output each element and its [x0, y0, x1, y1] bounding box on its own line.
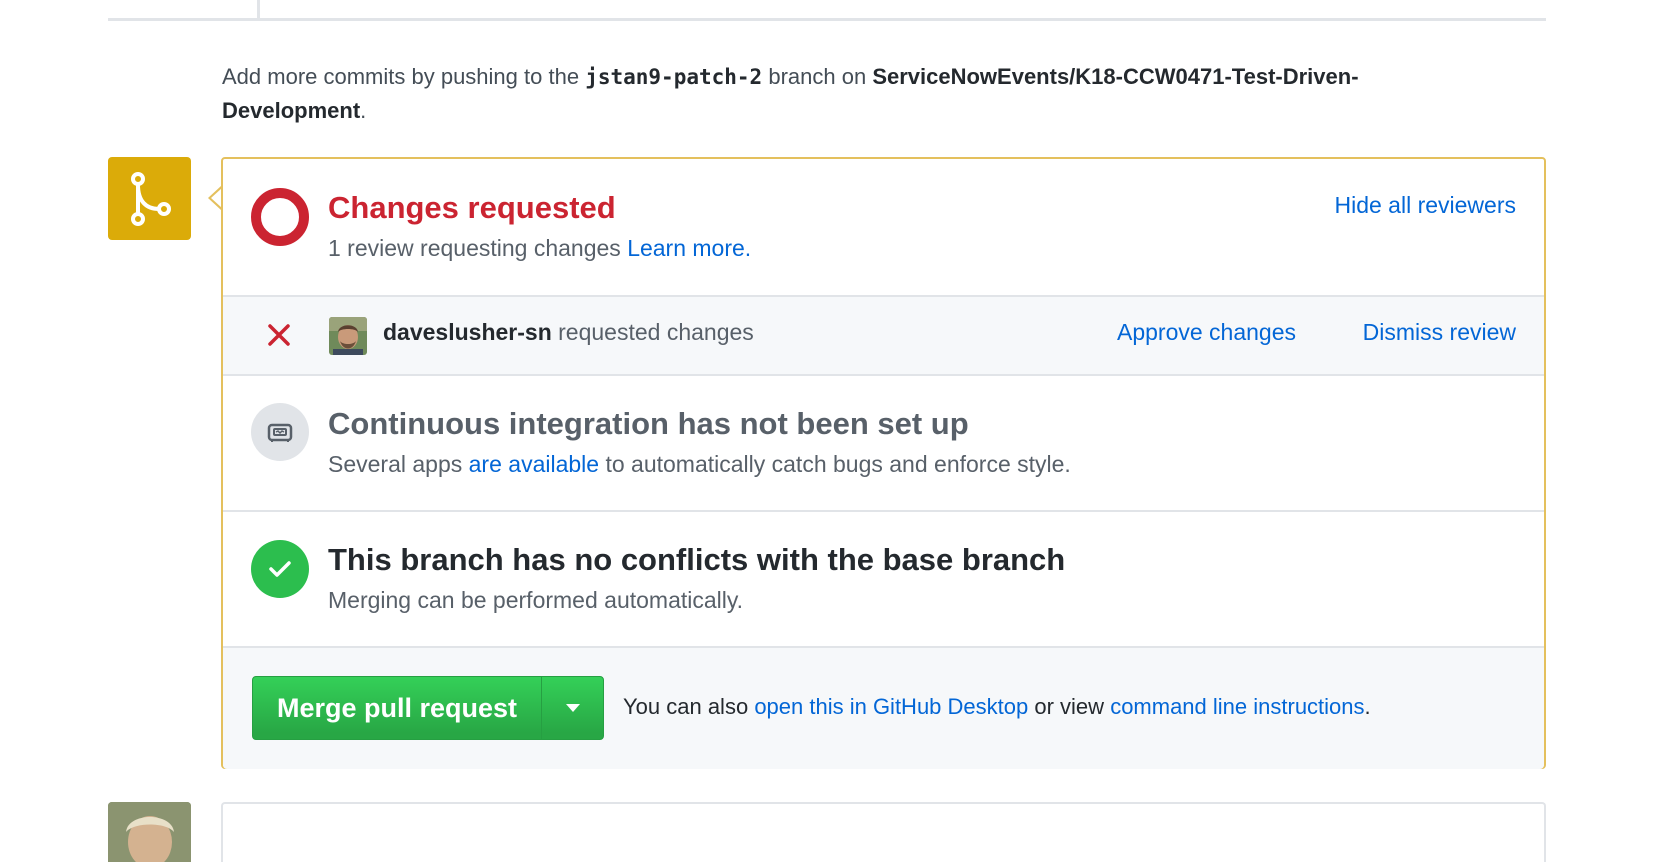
next-comment-box [221, 802, 1546, 862]
triangle-down-icon [565, 704, 580, 712]
merge-pull-request-button[interactable]: Merge pull request [253, 677, 541, 739]
review-action: requested changes [558, 319, 754, 345]
conflicts-title: This branch has no conflicts with the ba… [328, 542, 1066, 577]
ci-icon [251, 403, 309, 461]
push-note-prefix: Add more commits by pushing to the [222, 64, 580, 89]
avatar[interactable] [108, 802, 191, 862]
conflicts-section: This branch has no conflicts with the ba… [223, 512, 1544, 648]
x-icon [268, 324, 290, 346]
check-icon [251, 540, 309, 598]
git-merge-icon [108, 157, 191, 240]
merge-text-prefix: You can also [623, 694, 749, 719]
push-note-suffix: . [360, 98, 367, 123]
status-subtitle: 1 review requesting changes Learn more. [328, 235, 751, 262]
status-title: Changes requested [328, 190, 616, 225]
apps-available-link[interactable]: are available [469, 451, 599, 477]
branch-name: jstan9-patch-2 [585, 65, 763, 89]
ci-subtitle: Several apps are available to automatica… [328, 451, 1071, 478]
merge-status-panel: Changes requested 1 review requesting ch… [221, 157, 1546, 769]
review-row: daveslusher-sn requested changes Approve… [223, 297, 1544, 376]
ci-section: Continuous integration has not been set … [223, 376, 1544, 512]
avatar[interactable] [329, 317, 367, 355]
merge-text-suffix: . [1364, 694, 1371, 719]
github-desktop-link[interactable]: open this in GitHub Desktop [754, 694, 1028, 719]
merge-text-middle: or view [1034, 694, 1105, 719]
status-subtitle-text: 1 review requesting changes [328, 235, 621, 261]
changes-requested-icon [251, 188, 309, 246]
merge-method-dropdown[interactable] [541, 677, 603, 739]
timeline-divider [108, 18, 1546, 21]
push-note: Add more commits by pushing to the jstan… [222, 60, 1502, 128]
timeline-line [257, 0, 260, 18]
review-status-section: Changes requested 1 review requesting ch… [223, 159, 1544, 297]
command-line-instructions-link[interactable]: command line instructions [1110, 694, 1364, 719]
approve-changes-link[interactable]: Approve changes [1117, 319, 1296, 346]
ci-title: Continuous integration has not been set … [328, 406, 969, 441]
learn-more-link[interactable]: Learn more. [627, 235, 751, 261]
push-note-middle: branch on [768, 64, 867, 89]
hide-reviewers-link[interactable]: Hide all reviewers [1334, 192, 1516, 219]
dismiss-review-link[interactable]: Dismiss review [1363, 319, 1516, 346]
ci-subtitle-suffix: to automatically catch bugs and enforce … [605, 451, 1071, 477]
reviewer-name[interactable]: daveslusher-sn [383, 319, 552, 345]
review-text: daveslusher-sn requested changes [383, 319, 754, 346]
ci-subtitle-prefix: Several apps [328, 451, 463, 477]
merge-alternatives-text: You can also open this in GitHub Desktop… [623, 694, 1371, 720]
conflicts-subtitle: Merging can be performed automatically. [328, 587, 744, 613]
merge-button-group: Merge pull request [252, 676, 605, 740]
merge-section: Merge pull request You can also open thi… [223, 648, 1544, 769]
